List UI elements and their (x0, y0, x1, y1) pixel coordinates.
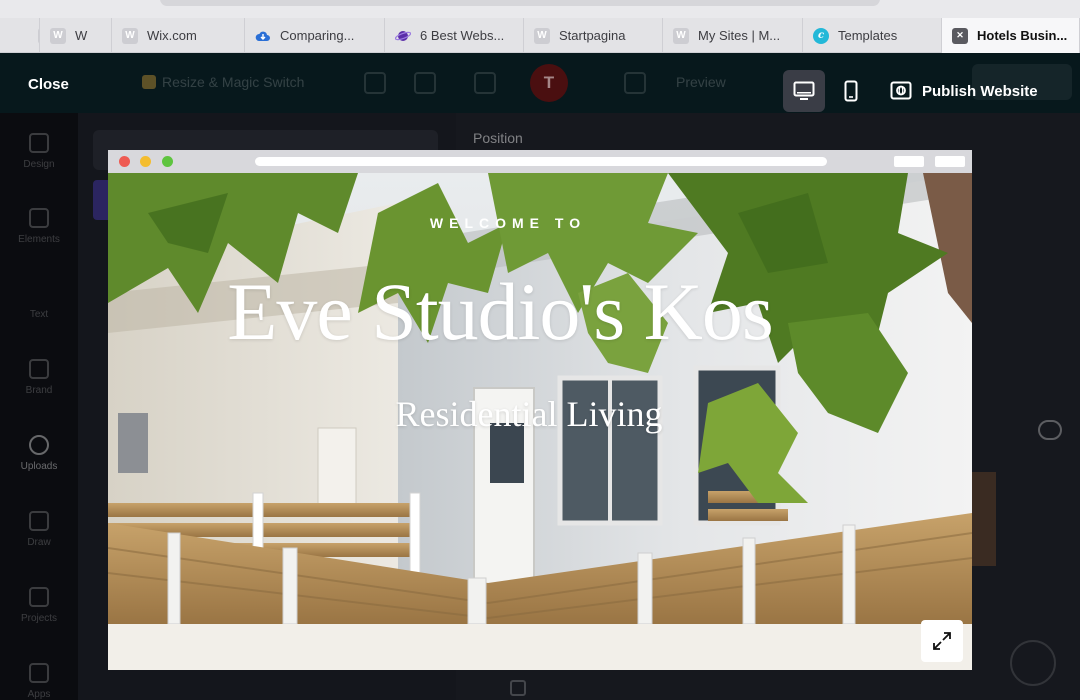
browser-tab[interactable]: W (0, 18, 40, 53)
close-button[interactable]: Close (28, 76, 69, 93)
tab-label: W (75, 28, 88, 43)
browser-tab-bar: W WW WWix.com Comparing... 6 Best Webs..… (0, 18, 1080, 53)
tab-label: Comparing... (280, 28, 355, 43)
undo-icon (364, 72, 386, 94)
hero-title: Eve Studio's Kos (227, 266, 773, 357)
browser-tab[interactable]: W Wix.com (112, 18, 245, 53)
tab-label: Hotels Busin... (977, 28, 1068, 43)
window-control (894, 156, 924, 167)
window-control (935, 156, 965, 167)
resize-label: Resize & Magic Switch (162, 74, 305, 90)
address-bar[interactable] (160, 0, 880, 6)
left-rail: Design Elements Text Brand Uploads Draw … (0, 113, 78, 700)
window-minimize-dot[interactable] (140, 156, 151, 167)
magic-assistant-icon (1010, 640, 1056, 686)
browser-tab-active[interactable]: ✕ Hotels Busin... (942, 18, 1080, 53)
planet-icon (395, 28, 411, 44)
browser-tab[interactable]: W My Sites | M... (663, 18, 803, 53)
mobile-icon (844, 80, 858, 102)
hero-welcome-text: WELCOME TO (429, 215, 587, 231)
window-close-dot[interactable] (119, 156, 130, 167)
window-maximize-dot[interactable] (162, 156, 173, 167)
browser-tab[interactable]: WW (40, 18, 112, 53)
website-preview-window: WELCOME TO Eve Studio's Kos Residential … (108, 150, 972, 670)
redo-icon (414, 72, 436, 94)
cloud-save-icon (474, 72, 496, 94)
wordpress-icon: W (673, 27, 689, 44)
preview-ghost: Preview (676, 74, 726, 90)
publish-website-button[interactable]: Publish Website (890, 76, 1038, 106)
rail-item-apps: Apps (0, 663, 78, 700)
desktop-view-button[interactable] (783, 70, 825, 112)
rail-item-brand: Brand (0, 359, 78, 396)
mobile-view-button[interactable] (830, 70, 872, 112)
canva-icon: c (813, 27, 829, 44)
crown-icon (142, 75, 156, 89)
notes-icon (510, 680, 526, 696)
tab-label: Wix.com (147, 28, 197, 43)
hero-section: WELCOME TO Eve Studio's Kos Residential … (108, 173, 972, 624)
image-thumbnail (972, 472, 996, 566)
wordpress-icon: W (50, 27, 66, 44)
preview-url-bar (255, 157, 827, 166)
wordpress-icon: W (534, 27, 550, 44)
tab-label: Startpagina (559, 28, 626, 43)
browser-tab[interactable]: W Startpagina (524, 18, 663, 53)
browser-tab[interactable]: Comparing... (245, 18, 385, 53)
add-collaborator-icon (578, 72, 600, 94)
expand-icon (933, 632, 951, 650)
comment-icon (1038, 420, 1062, 440)
rail-item-design: Design (0, 133, 78, 170)
browser-tab[interactable]: c Templates (803, 18, 942, 53)
panel-accent (93, 180, 109, 220)
tab-label: My Sites | M... (698, 28, 781, 43)
avatar: T (530, 64, 568, 102)
wordpress-icon: W (122, 27, 138, 44)
fullscreen-button[interactable] (921, 620, 963, 662)
desktop-icon (793, 81, 815, 100)
hero-subtitle: Residential Living (395, 394, 663, 434)
close-icon[interactable]: ✕ (952, 27, 968, 44)
cloud-icon (255, 28, 271, 44)
preview-window-bar (108, 150, 972, 173)
position-label: Position (473, 130, 523, 146)
rail-item-uploads: Uploads (0, 435, 78, 472)
rail-item-draw: Draw (0, 511, 78, 548)
publish-label: Publish Website (922, 82, 1038, 100)
tab-label: 6 Best Webs... (420, 28, 505, 43)
rail-item-elements: Elements (0, 208, 78, 245)
browser-tab[interactable]: 6 Best Webs... (385, 18, 524, 53)
publish-icon (890, 81, 912, 100)
resize-magic-switch: Resize & Magic Switch (142, 74, 304, 90)
rail-item-text: Text (29, 309, 49, 320)
analytics-icon (624, 72, 646, 94)
rail-item-projects: Projects (0, 587, 78, 624)
tab-label: Templates (838, 28, 898, 43)
browser-top-bar (0, 0, 1080, 18)
